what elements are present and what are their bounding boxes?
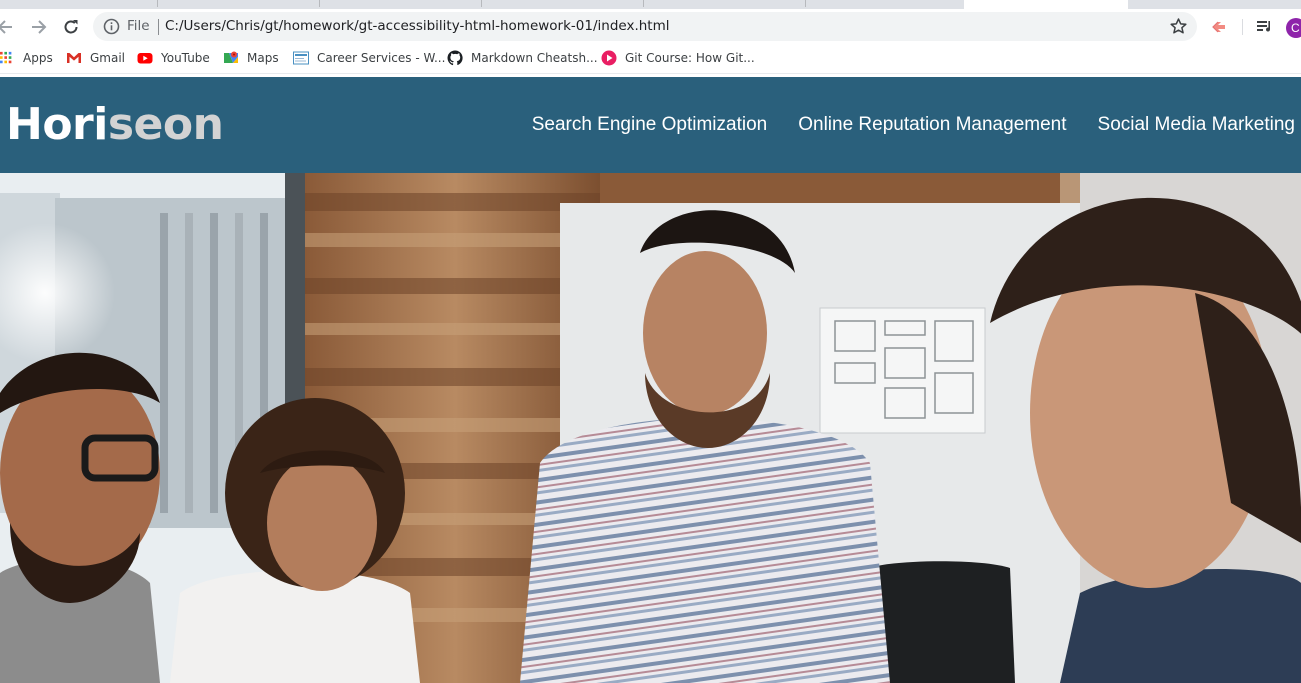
bookmark-apps[interactable]: Apps — [0, 49, 53, 67]
bookmark-label: Maps — [247, 51, 279, 65]
back-button[interactable] — [0, 14, 18, 40]
person-with-glasses — [0, 352, 160, 683]
site-header: Horiseon Search Engine Optimization Onli… — [0, 77, 1301, 173]
address-bar[interactable]: File C:/Users/Chris/gt/homework/gt-acces… — [93, 12, 1197, 41]
hero-image — [0, 173, 1301, 683]
tab-separator — [805, 0, 806, 7]
profile-avatar[interactable]: C — [1286, 18, 1301, 38]
reload-button[interactable] — [58, 14, 84, 40]
hero-photo-illustration — [0, 173, 1301, 683]
bookmark-maps[interactable]: Maps — [223, 49, 279, 67]
logo-text-primary: Hori — [6, 99, 108, 150]
git-course-icon — [601, 50, 617, 66]
apps-grid-icon — [0, 51, 12, 64]
tab-separator — [643, 0, 644, 7]
bookmarks-bar: Apps Gmail YouTube Maps Career Services … — [0, 43, 1301, 74]
career-services-icon — [293, 51, 309, 65]
sketch-paper — [819, 307, 986, 434]
reload-icon — [64, 20, 78, 34]
extension-icon[interactable] — [1209, 17, 1229, 37]
browser-toolbar: File C:/Users/Chris/gt/homework/gt-acces… — [0, 9, 1301, 43]
github-icon — [447, 50, 463, 66]
tab-separator — [319, 0, 320, 7]
gmail-icon — [67, 53, 81, 63]
tab-separator — [481, 0, 482, 7]
bookmark-gmail[interactable]: Gmail — [66, 49, 125, 67]
bookmark-label: Git Course: How Git... — [625, 51, 755, 65]
bookmark-git-course[interactable]: Git Course: How Git... — [601, 49, 755, 67]
bookmark-label: Markdown Cheatsh... — [471, 51, 598, 65]
bookmark-label: Career Services - W... — [317, 51, 446, 65]
forward-button[interactable] — [26, 14, 52, 40]
nav-link-social-media-marketing[interactable]: Social Media Marketing — [1098, 114, 1295, 136]
bookmark-label: Apps — [23, 51, 53, 65]
bookmark-youtube[interactable]: YouTube — [137, 49, 210, 67]
bookmark-markdown-cheatsheet[interactable]: Markdown Cheatsh... — [447, 49, 598, 67]
nav-link-search-engine-optimization[interactable]: Search Engine Optimization — [532, 114, 768, 136]
back-arrow-icon — [0, 20, 12, 34]
url-text[interactable]: C:/Users/Chris/gt/homework/gt-accessibil… — [165, 18, 670, 34]
info-icon[interactable] — [103, 18, 120, 35]
bookmark-star-icon[interactable] — [1169, 17, 1188, 36]
logo-text-accent: seon — [107, 99, 224, 150]
tab-separator — [157, 0, 158, 7]
youtube-icon — [137, 53, 153, 64]
bookmark-career-services[interactable]: Career Services - W... — [293, 49, 445, 67]
scheme-label: File — [127, 18, 150, 34]
bookmark-label: YouTube — [161, 51, 210, 65]
forward-arrow-icon — [32, 20, 47, 34]
bookmark-label: Gmail — [90, 51, 126, 65]
nav-link-online-reputation-management[interactable]: Online Reputation Management — [798, 114, 1066, 136]
media-controls-icon[interactable] — [1255, 17, 1275, 37]
omnibox-divider — [158, 19, 159, 35]
active-tab[interactable] — [964, 0, 1128, 9]
toolbar-divider — [1242, 19, 1243, 35]
tab-strip — [0, 0, 1301, 9]
main-navigation: Search Engine Optimization Online Reputa… — [501, 77, 1301, 173]
site-logo[interactable]: Horiseon — [6, 97, 224, 153]
maps-icon — [224, 51, 238, 63]
